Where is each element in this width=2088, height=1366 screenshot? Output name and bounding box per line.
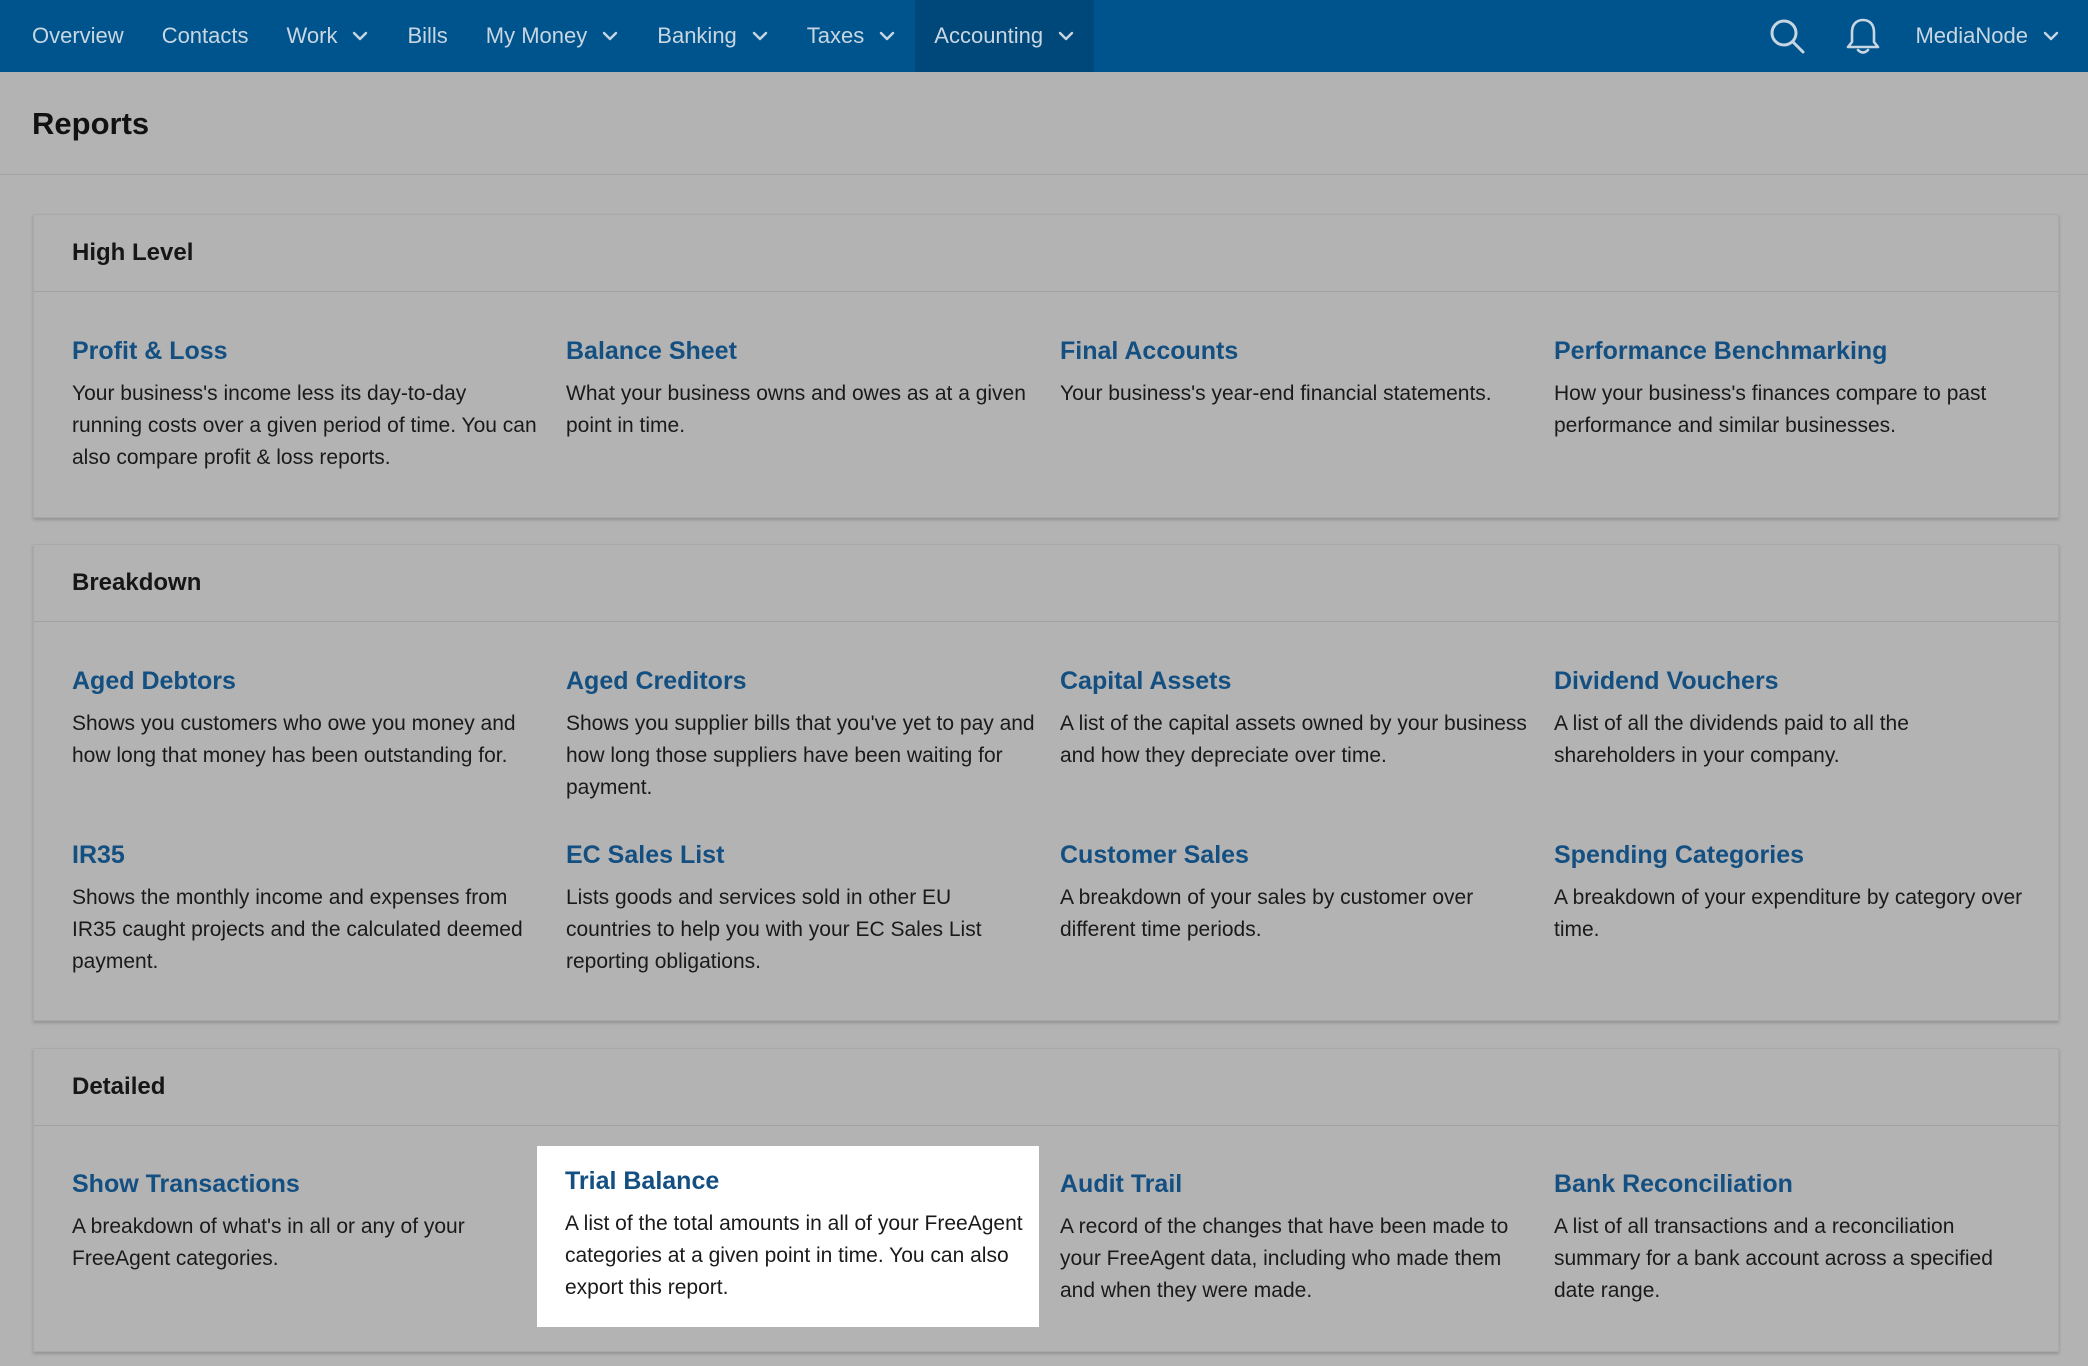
nav-my-money-label: My Money [485, 23, 588, 48]
search-icon[interactable] [1749, 0, 1825, 72]
nav-banking-label: Banking [657, 23, 737, 48]
report-description: A breakdown of your expenditure by categ… [1554, 886, 2023, 941]
nav-accounting-label: Accounting [934, 23, 1044, 48]
report-aged-debtors: Aged Debtors Shows you customers who owe… [72, 666, 542, 772]
report-link[interactable]: Balance Sheet [566, 336, 1036, 366]
report-description: A record of the changes that have been m… [1060, 1215, 1509, 1302]
report-trial-balance: Trial Balance A list of the total amount… [565, 1166, 1035, 1304]
chevron-down-icon [351, 27, 369, 45]
report-link[interactable]: Capital Assets [1060, 666, 1530, 696]
report-link[interactable]: Aged Creditors [566, 666, 1036, 696]
report-balance-sheet: Balance Sheet What your business owns an… [566, 336, 1036, 442]
report-ir35: IR35 Shows the monthly income and expens… [72, 840, 542, 978]
nav-work-label: Work [286, 23, 338, 48]
report-link[interactable]: Bank Reconciliation [1554, 1169, 2024, 1199]
report-bank-reconciliation: Bank Reconciliation A list of all transa… [1554, 1169, 2024, 1307]
section-title: Breakdown [72, 569, 202, 596]
section-header: Breakdown [34, 545, 2058, 622]
report-link[interactable]: Customer Sales [1060, 840, 1530, 870]
chevron-down-icon [751, 27, 769, 45]
report-show-transactions: Show Transactions A breakdown of what's … [72, 1169, 542, 1275]
user-menu-label: MediaNode [1915, 23, 2028, 48]
page-title: Reports [32, 106, 150, 141]
report-trial-balance-spotlight: Trial Balance A list of the total amount… [537, 1146, 1039, 1327]
report-final-accounts: Final Accounts Your business's year-end … [1060, 336, 1530, 410]
top-navigation: Overview Contacts Work Bills My Money Ba… [0, 0, 2088, 72]
nav-overview-label: Overview [32, 23, 124, 48]
report-description: A list of all the dividends paid to all … [1554, 712, 1909, 767]
section-detailed: Detailed Show Transactions A breakdown o… [33, 1048, 2059, 1352]
report-link[interactable]: Profit & Loss [72, 336, 542, 366]
report-dividend-vouchers: Dividend Vouchers A list of all the divi… [1554, 666, 2024, 772]
nav-taxes-label: Taxes [806, 23, 865, 48]
section-breakdown: Breakdown Aged Debtors Shows you custome… [33, 544, 2059, 1021]
nav-taxes[interactable]: Taxes [788, 0, 915, 72]
report-description: Your business's income less its day-to-d… [72, 382, 537, 469]
nav-contacts[interactable]: Contacts [143, 0, 268, 72]
nav-work[interactable]: Work [268, 0, 389, 72]
report-description: Lists goods and services sold in other E… [566, 886, 982, 973]
report-description: A list of all transactions and a reconci… [1554, 1215, 1993, 1302]
user-menu[interactable]: MediaNode [1901, 0, 2088, 72]
nav-right-group: MediaNode [1749, 0, 2088, 72]
report-description: A breakdown of what's in all or any of y… [72, 1215, 465, 1270]
report-link[interactable]: Final Accounts [1060, 336, 1530, 366]
bell-icon[interactable] [1825, 0, 1901, 72]
report-description: Shows the monthly income and expenses fr… [72, 886, 523, 973]
section-header: High Level [34, 215, 2058, 292]
report-description: A breakdown of your sales by customer ov… [1060, 886, 1474, 941]
page-header: Reports [0, 73, 2088, 175]
report-description: Shows you customers who owe you money an… [72, 712, 516, 767]
report-link[interactable]: Spending Categories [1554, 840, 2024, 870]
report-description: A list of the total amounts in all of yo… [565, 1212, 1023, 1299]
report-link[interactable]: Show Transactions [72, 1169, 542, 1199]
report-description: Your business's year-end financial state… [1060, 382, 1492, 405]
report-link[interactable]: EC Sales List [566, 840, 1036, 870]
report-profit-and-loss: Profit & Loss Your business's income les… [72, 336, 542, 474]
report-description: A list of the capital assets owned by yo… [1060, 712, 1527, 767]
report-link[interactable]: Dividend Vouchers [1554, 666, 2024, 696]
report-customer-sales: Customer Sales A breakdown of your sales… [1060, 840, 1530, 946]
chevron-down-icon [2042, 27, 2060, 45]
nav-overview[interactable]: Overview [0, 0, 143, 72]
report-description: How your business's finances compare to … [1554, 382, 1987, 437]
nav-banking[interactable]: Banking [638, 0, 788, 72]
chevron-down-icon [878, 27, 896, 45]
report-link[interactable]: Aged Debtors [72, 666, 542, 696]
report-description: Shows you supplier bills that you've yet… [566, 712, 1035, 799]
nav-my-money[interactable]: My Money [467, 0, 638, 72]
section-high-level: High Level Profit & Loss Your business's… [33, 214, 2059, 518]
report-link[interactable]: IR35 [72, 840, 542, 870]
nav-bills-label: Bills [407, 23, 448, 48]
report-link[interactable]: Audit Trail [1060, 1169, 1530, 1199]
report-link[interactable]: Performance Benchmarking [1554, 336, 2024, 366]
report-audit-trail: Audit Trail A record of the changes that… [1060, 1169, 1530, 1307]
report-ec-sales-list: EC Sales List Lists goods and services s… [566, 840, 1036, 978]
chevron-down-icon [601, 27, 619, 45]
report-capital-assets: Capital Assets A list of the capital ass… [1060, 666, 1530, 772]
report-performance-benchmarking: Performance Benchmarking How your busine… [1554, 336, 2024, 442]
report-link[interactable]: Trial Balance [565, 1166, 1035, 1196]
nav-accounting[interactable]: Accounting [915, 0, 1095, 72]
section-title: High Level [72, 239, 194, 266]
nav-bills[interactable]: Bills [388, 0, 466, 72]
section-title: Detailed [72, 1073, 166, 1100]
chevron-down-icon [1057, 27, 1075, 45]
report-description: What your business owns and owes as at a… [566, 382, 1026, 437]
report-aged-creditors: Aged Creditors Shows you supplier bills … [566, 666, 1036, 804]
report-spending-categories: Spending Categories A breakdown of your … [1554, 840, 2024, 946]
section-header: Detailed [34, 1049, 2058, 1126]
nav-contacts-label: Contacts [161, 23, 249, 48]
